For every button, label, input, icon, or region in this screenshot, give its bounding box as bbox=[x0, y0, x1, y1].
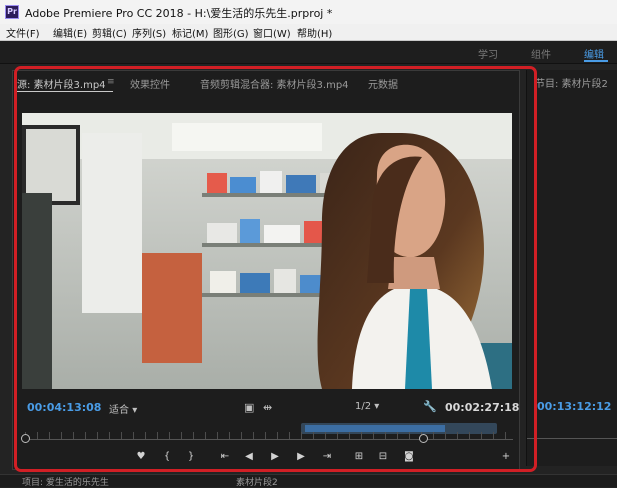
export-frame-icon[interactable]: ◙ bbox=[401, 449, 417, 465]
playhead-handle[interactable] bbox=[419, 434, 428, 443]
tab-project[interactable]: 项目: 爱生活的乐先生 bbox=[22, 475, 109, 488]
drag-video-icon[interactable]: ⇹ bbox=[263, 401, 272, 414]
tab-source[interactable]: 源: 素材片段3.mp4 bbox=[17, 76, 106, 91]
zoom-scroll-thumb[interactable] bbox=[305, 425, 445, 432]
source-timeline[interactable] bbox=[13, 423, 519, 445]
menu-edit[interactable]: 编辑(E) bbox=[53, 25, 87, 40]
menu-file[interactable]: 文件(F) bbox=[6, 25, 40, 40]
go-to-out-icon[interactable]: ⇥ bbox=[319, 449, 335, 465]
workspace-tab-assembly[interactable]: 组件 bbox=[531, 46, 551, 61]
source-duration-timecode: 00:02:27:18 bbox=[445, 401, 520, 414]
fit-dropdown-label: 适合 bbox=[109, 405, 129, 416]
timeline-start-handle[interactable] bbox=[21, 434, 30, 443]
tab-program[interactable]: 节目: 素材片段2 bbox=[535, 75, 608, 90]
active-workspace-underline bbox=[584, 60, 608, 62]
settings-safe-margins-icon[interactable]: ▣ bbox=[244, 401, 254, 414]
insert-icon[interactable]: ⊞ bbox=[351, 449, 367, 465]
wrench-icon[interactable]: 🔧 bbox=[423, 400, 437, 413]
tab-sequence[interactable]: 素材片段2 bbox=[236, 475, 278, 488]
tab-effect-controls[interactable]: 效果控件 bbox=[130, 76, 170, 91]
workspace-tab-editing[interactable]: 编辑 bbox=[584, 46, 604, 61]
chevron-down-icon: ▾ bbox=[374, 401, 380, 412]
workspace-tab-learn[interactable]: 学习 bbox=[478, 46, 498, 61]
resolution-label: 1/2 bbox=[355, 401, 372, 412]
tab-metadata[interactable]: 元数据 bbox=[368, 76, 398, 91]
go-to-in-icon[interactable]: ⇤ bbox=[217, 449, 233, 465]
step-forward-icon[interactable]: ▶ bbox=[293, 449, 309, 465]
monitor-controls-row: 00:04:13:08 适合 ▾ ▣ ⇹ 1/2 ▾ 🔧 00:02:27:18 bbox=[13, 395, 519, 417]
premiere-app-icon: Pr bbox=[5, 5, 19, 19]
menu-window[interactable]: 窗口(W) bbox=[253, 25, 291, 40]
workspace-bar: 学习 组件 编辑 bbox=[0, 41, 617, 64]
transport-controls: ♥ { } ⇤ ◀ ▶ ▶ ⇥ ⊞ ⊟ ◙ + bbox=[13, 449, 519, 467]
overwrite-icon[interactable]: ⊟ bbox=[375, 449, 391, 465]
source-panel-tabs: 源: 素材片段3.mp4 ≡ 效果控件 音频剪辑混合器: 素材片段3.mp4 元… bbox=[13, 71, 519, 93]
mark-out-icon[interactable]: } bbox=[183, 449, 199, 465]
menu-graphics[interactable]: 图形(G) bbox=[213, 25, 249, 40]
menu-help[interactable]: 帮助(H) bbox=[297, 25, 332, 40]
add-button-icon[interactable]: + bbox=[498, 449, 514, 465]
program-monitor-panel: 节目: 素材片段2 00:13:12:12 bbox=[526, 70, 617, 466]
play-icon[interactable]: ▶ bbox=[267, 449, 283, 465]
window-title: Adobe Premiere Pro CC 2018 - H:\爱生活的乐先生.… bbox=[25, 7, 333, 20]
menu-marker[interactable]: 标记(M) bbox=[172, 25, 208, 40]
menu-clip[interactable]: 剪辑(C) bbox=[92, 25, 127, 40]
program-timecode[interactable]: 00:13:12:12 bbox=[537, 400, 611, 413]
tab-audio-clip-mixer[interactable]: 音频剪辑混合器: 素材片段3.mp4 bbox=[200, 76, 349, 91]
video-preview bbox=[22, 113, 512, 389]
chevron-down-icon: ▾ bbox=[132, 405, 138, 416]
bottom-panel-tabs: 项目: 爱生活的乐先生 素材片段2 bbox=[0, 474, 617, 488]
active-tab-underline bbox=[17, 91, 113, 92]
panel-menu-icon[interactable]: ≡ bbox=[107, 77, 115, 87]
menu-sequence[interactable]: 序列(S) bbox=[132, 25, 166, 40]
source-monitor-panel: 源: 素材片段3.mp4 ≡ 效果控件 音频剪辑混合器: 素材片段3.mp4 元… bbox=[12, 70, 520, 470]
title-bar: Pr Adobe Premiere Pro CC 2018 - H:\爱生活的乐… bbox=[0, 0, 617, 24]
resolution-dropdown[interactable]: 1/2 ▾ bbox=[355, 401, 379, 412]
program-timeline-track bbox=[527, 438, 617, 439]
mark-in-icon[interactable]: { bbox=[159, 449, 175, 465]
source-playhead-timecode[interactable]: 00:04:13:08 bbox=[27, 401, 101, 414]
menu-bar: 文件(F) 编辑(E) 剪辑(C) 序列(S) 标记(M) 图形(G) 窗口(W… bbox=[0, 24, 617, 41]
marker-icon[interactable]: ♥ bbox=[133, 449, 149, 465]
fit-dropdown[interactable]: 适合 ▾ bbox=[109, 401, 137, 416]
timeline-track bbox=[25, 439, 513, 440]
step-back-icon[interactable]: ◀ bbox=[241, 449, 257, 465]
